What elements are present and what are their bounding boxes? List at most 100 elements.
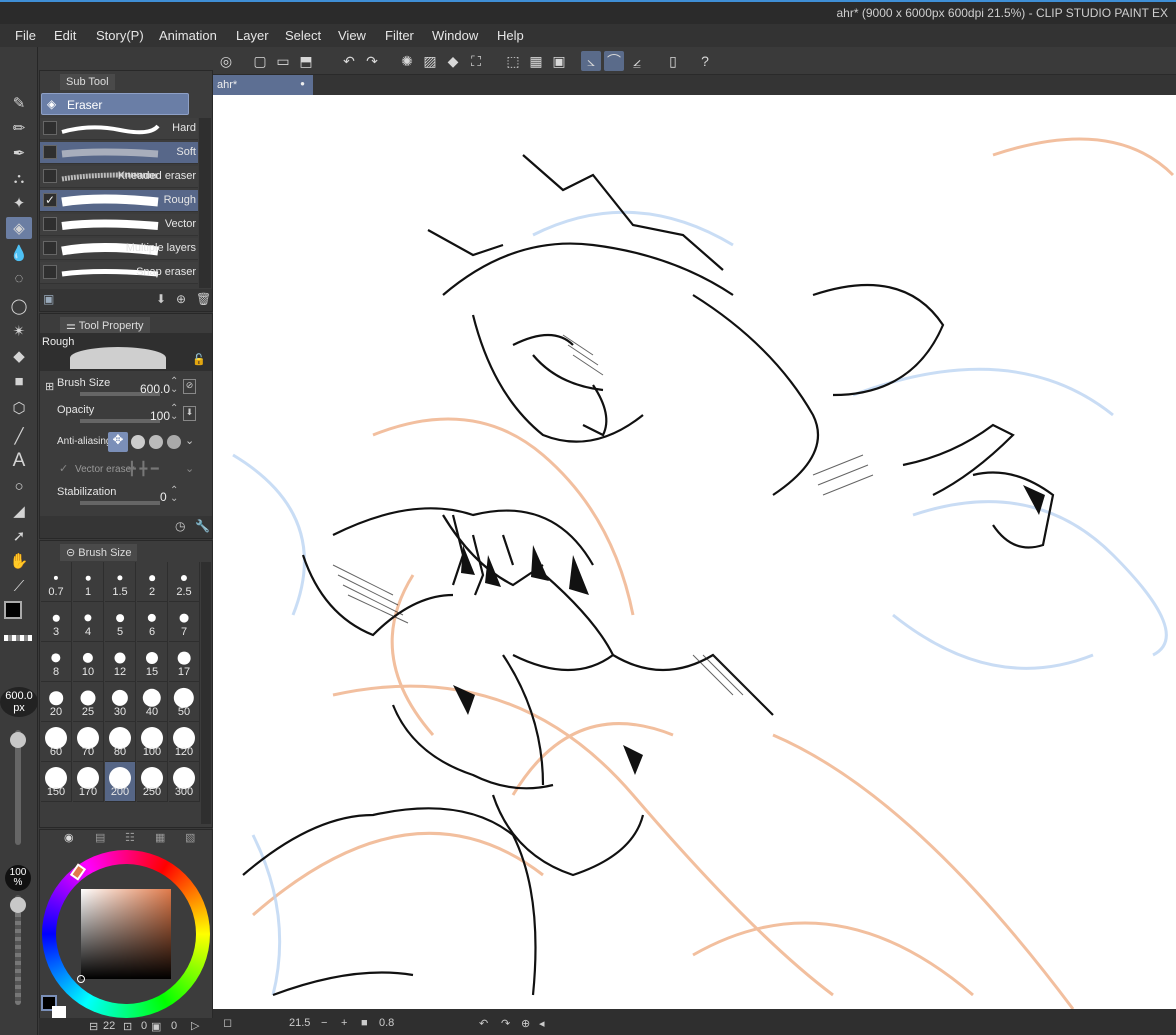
eyedropper-icon[interactable]: ⟋ <box>6 575 32 597</box>
brush-size-cell[interactable]: 25 <box>73 682 104 722</box>
antialiasing-mid-option[interactable] <box>149 435 163 449</box>
brush-size-cell[interactable]: 17 <box>169 642 200 682</box>
deselect-icon[interactable]: ⬚ <box>503 51 523 71</box>
expand-plus-icon[interactable]: ⊞ <box>45 380 54 393</box>
opacity-track[interactable] <box>80 419 160 423</box>
selection-icon[interactable]: ▣ <box>549 51 569 71</box>
brush-size-cell[interactable]: 2.5 <box>169 562 200 602</box>
vector-eraser-dropdown-icon[interactable]: ⌄ <box>185 462 194 475</box>
brush-size-cell[interactable]: 70 <box>73 722 104 762</box>
operation-icon[interactable]: ➚ <box>6 525 32 547</box>
snap-grid-icon[interactable]: ⦤ <box>627 51 647 71</box>
undo-icon[interactable]: ↶ <box>339 51 359 71</box>
brush-size-cell[interactable]: 80 <box>105 722 136 762</box>
vector-eraser-check-icon[interactable]: ✓ <box>59 462 68 475</box>
brush-size-cell[interactable]: 40 <box>137 682 168 722</box>
stabilization-track[interactable] <box>80 501 160 505</box>
subtool-item-rough[interactable]: ✓ Rough <box>40 190 198 212</box>
slider-knob[interactable] <box>10 732 26 748</box>
open-folder-icon[interactable]: ▭ <box>273 51 293 71</box>
menu-layer[interactable]: Layer <box>236 28 269 43</box>
play-icon[interactable]: ▷ <box>191 1019 199 1032</box>
opacity-row[interactable]: Opacity 100 ⌃ ⌄ ⬇ <box>40 402 212 428</box>
brush-size-cell[interactable]: 15 <box>137 642 168 682</box>
sub-tool-tab[interactable]: Sub Tool <box>60 74 115 90</box>
pen-icon[interactable]: ✎ <box>6 92 32 114</box>
menu-animation[interactable]: Animation <box>159 28 217 43</box>
drawing-canvas[interactable] <box>213 95 1176 1009</box>
intermediate-color-tab-icon[interactable]: ▦ <box>155 831 165 844</box>
snap-special-ruler-icon[interactable]: ⌒ <box>604 51 624 71</box>
rotation-value[interactable]: 0.8 <box>379 1017 394 1029</box>
zoom-out-icon[interactable]: − <box>321 1017 327 1029</box>
brush-size-cell[interactable]: 1 <box>73 562 104 602</box>
menu-help[interactable]: Help <box>497 28 524 43</box>
brush-size-mode-icon[interactable]: ⊘ <box>183 379 196 394</box>
lasso-select-icon[interactable]: ◯ <box>6 295 32 317</box>
color-set-tab-icon[interactable]: ☷ <box>125 831 135 844</box>
line-icon[interactable]: ╱ <box>6 425 32 447</box>
brush-size-cell[interactable]: 10 <box>73 642 104 682</box>
subtool-item-soft[interactable]: Soft <box>40 142 198 164</box>
rotate-right-icon[interactable]: ↷ <box>501 1017 510 1030</box>
eraser-icon[interactable]: ◈ <box>6 217 32 239</box>
wrench-icon[interactable]: 🔧 <box>195 519 210 533</box>
save-icon[interactable]: ⬒ <box>296 51 316 71</box>
tool-property-tab[interactable]: ⚌ Tool Property <box>60 317 150 334</box>
brush-size-tab[interactable]: ⊝ Brush Size <box>60 544 138 561</box>
fill-icon[interactable]: ◆ <box>443 51 463 71</box>
clock-icon[interactable]: ◷ <box>175 519 185 533</box>
main-color-swatch[interactable] <box>4 601 22 619</box>
subtool-item-snap-eraser[interactable]: Snap eraser <box>40 262 198 284</box>
vector-eraser-options[interactable]: ╋ ╋ ━ <box>128 461 159 477</box>
brush-size-cell[interactable]: 0.7 <box>41 562 72 602</box>
menu-file[interactable]: File <box>15 28 36 43</box>
lasso-icon[interactable]: ◌ <box>6 267 32 289</box>
fit-icon[interactable]: ■ <box>361 1017 368 1029</box>
subtool-checkbox[interactable] <box>43 121 57 135</box>
subtool-item-multiple-layers[interactable]: Multiple layers <box>40 238 198 260</box>
pencil-icon[interactable]: ✏ <box>6 117 32 139</box>
color-slider-tab-icon[interactable]: ▤ <box>95 831 105 844</box>
brush-size-cell[interactable]: 6 <box>137 602 168 642</box>
text-icon[interactable]: A <box>6 450 32 472</box>
vector-eraser-row[interactable]: ✓ Vector eraser ╋ ╋ ━ ⌄ <box>40 458 212 482</box>
transform-icon[interactable]: ⛶ <box>466 51 486 71</box>
new-file-icon[interactable]: ▢ <box>250 51 270 71</box>
new-subtool-icon[interactable]: ⊕ <box>176 292 186 306</box>
brush-size-cell[interactable]: 7 <box>169 602 200 642</box>
decoration-icon[interactable]: ✦ <box>6 192 32 214</box>
magic-wand-icon[interactable]: ✴ <box>6 320 32 342</box>
brush-size-row[interactable]: ⊞ Brush Size 600.0 ⌃ ⌄ ⊘ <box>40 375 212 401</box>
menu-story[interactable]: Story(P) <box>96 28 144 43</box>
brush-size-field[interactable]: 600.0 <box>140 382 170 396</box>
3d-object-icon[interactable]: ⬡ <box>6 397 32 419</box>
subtool-checkbox[interactable] <box>43 145 57 159</box>
fill-bucket-icon[interactable]: ◆ <box>6 345 32 367</box>
subtool-checkbox-checked[interactable]: ✓ <box>43 193 57 207</box>
opacity-slider[interactable] <box>10 895 26 1005</box>
subtool-item-kneaded-eraser[interactable]: Kneaded eraser <box>40 166 198 188</box>
lock-icon[interactable]: 🔓 <box>192 353 206 366</box>
brush-icon[interactable]: ✒ <box>6 142 32 164</box>
brush-size-cell[interactable]: 50 <box>169 682 200 722</box>
brush-size-cell[interactable]: 5 <box>105 602 136 642</box>
antialiasing-strong-option[interactable] <box>167 435 181 449</box>
subtool-scrollbar[interactable] <box>199 118 211 288</box>
balloon-icon[interactable]: ○ <box>6 475 32 497</box>
blend-icon[interactable]: 💧 <box>6 242 32 264</box>
brush-size-cell[interactable]: 12 <box>105 642 136 682</box>
antialiasing-none-option[interactable]: ✥ <box>108 432 128 452</box>
stabilization-row[interactable]: Stabilization 0 ⌃ ⌄ <box>40 484 212 510</box>
brush-size-cell[interactable]: 3 <box>41 602 72 642</box>
menu-edit[interactable]: Edit <box>54 28 76 43</box>
clear-icon[interactable]: ▨ <box>420 51 440 71</box>
zoom-value[interactable]: 21.5 <box>289 1017 310 1029</box>
help-icon[interactable]: ? <box>695 51 715 71</box>
transparent-swatch[interactable] <box>4 635 32 641</box>
subtool-checkbox[interactable] <box>43 265 57 279</box>
brush-size-spinner[interactable]: ⌃ ⌄ <box>170 377 178 395</box>
invert-selection-icon[interactable]: ▦ <box>526 51 546 71</box>
brush-size-cell[interactable]: 4 <box>73 602 104 642</box>
gradient-icon[interactable]: ■ <box>6 370 32 392</box>
